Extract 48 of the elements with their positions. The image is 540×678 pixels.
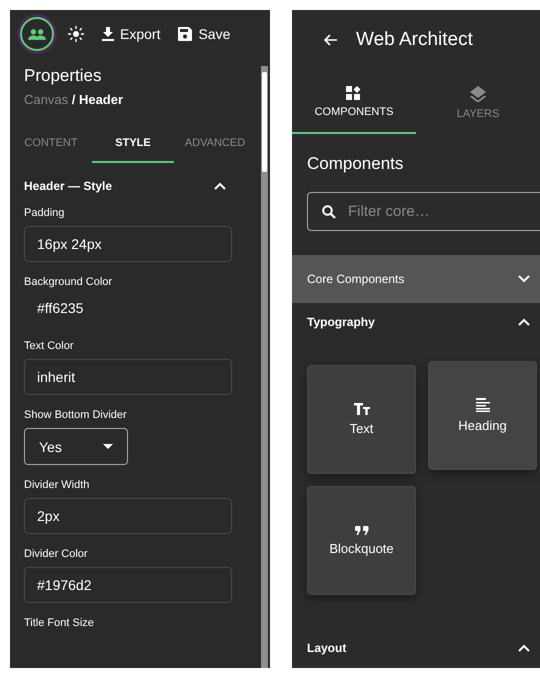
chevron-icon[interactable] <box>214 182 226 190</box>
back-arrow-icon[interactable] <box>324 34 338 46</box>
tab[interactable]: LAYERS <box>416 80 540 134</box>
tab[interactable]: CONTENT <box>10 131 92 163</box>
search-icon <box>322 205 336 219</box>
input-field[interactable]: 2px <box>24 498 232 534</box>
tab[interactable]: ADVANCED <box>174 131 256 163</box>
widgets-icon <box>346 86 362 100</box>
save-button[interactable]: Save <box>174 26 234 42</box>
input-field[interactable]: inherit <box>24 359 232 395</box>
search-field[interactable]: Filter core… <box>307 192 540 231</box>
category-title: Layout <box>307 641 346 655</box>
section-title: Header — Style <box>24 179 112 193</box>
tab[interactable]: COMPONENTS <box>292 80 416 134</box>
input-field[interactable]: #1976d2 <box>24 567 232 603</box>
field-label: Background Color <box>24 276 114 288</box>
chevron-icon[interactable] <box>518 275 530 283</box>
caret-icon <box>103 444 113 449</box>
chevron-icon[interactable] <box>518 318 530 326</box>
app-title: Web Architect <box>356 29 473 51</box>
sun-icon <box>68 26 84 42</box>
field-label: Text Color <box>24 340 75 352</box>
export-button[interactable]: Export <box>98 26 164 42</box>
category-title: Typography <box>307 315 375 329</box>
component-card[interactable]: Blockquote <box>307 486 416 595</box>
panel-title: Properties <box>24 66 102 86</box>
input-field[interactable]: 16px 24px <box>24 226 232 262</box>
tab[interactable]: STYLE <box>92 131 174 163</box>
component-card[interactable]: Heading <box>428 361 537 470</box>
avatar-icon[interactable] <box>20 17 54 51</box>
field-label: Padding <box>24 207 66 219</box>
text-size-icon <box>354 403 370 415</box>
color-value[interactable]: #ff6235 <box>24 288 246 326</box>
chevron-icon[interactable] <box>518 644 530 652</box>
breadcrumb: Canvas / Header <box>24 92 124 107</box>
field-label: Divider Color <box>24 548 89 560</box>
download-icon <box>102 27 114 41</box>
layers-icon <box>470 86 486 102</box>
field-label: Title Font Size <box>24 617 95 629</box>
quote-icon <box>354 526 368 534</box>
field-label: Show Bottom Divider <box>24 409 128 421</box>
accordion-header[interactable]: Core Components <box>292 255 540 303</box>
align-left-icon <box>476 398 490 412</box>
component-card[interactable]: Text <box>307 365 416 474</box>
scrollbar[interactable] <box>261 66 268 668</box>
section-heading: Components <box>307 154 404 174</box>
select-dropdown[interactable]: Yes <box>24 428 128 465</box>
field-label: Divider Width <box>24 479 90 491</box>
